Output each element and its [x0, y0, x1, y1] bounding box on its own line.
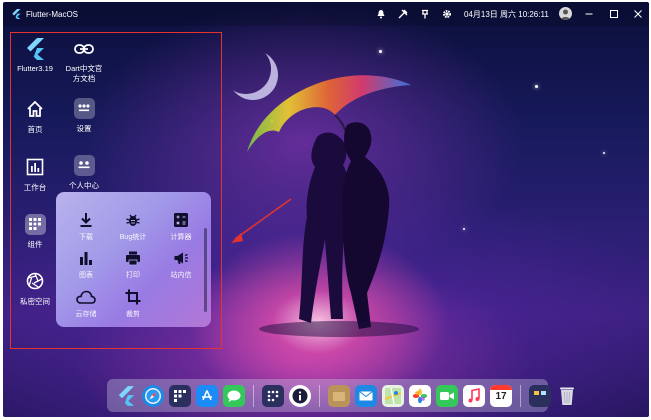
widgets-popup-panel: 下载 Bug统计 计算器 图表 打印 站内信 云存储 裁剪	[56, 192, 211, 327]
info-icon[interactable]	[289, 384, 311, 407]
sidebar-item-label: 私密空间	[20, 297, 50, 306]
popup-item-label: 裁剪	[126, 311, 140, 318]
calculator-icon	[171, 210, 191, 230]
popup-item-messages[interactable]: 站内信	[158, 248, 204, 280]
bug-icon	[123, 210, 143, 230]
home-icon	[24, 98, 46, 120]
folder-icon[interactable]	[328, 384, 350, 407]
bell-icon[interactable]	[375, 8, 387, 20]
link-icon	[73, 38, 95, 60]
aperture-icon	[24, 270, 46, 292]
popup-item-label: 下载	[79, 234, 93, 241]
star-decoration	[379, 50, 382, 53]
annotation-arrow-icon	[231, 198, 292, 243]
close-button[interactable]	[630, 6, 646, 22]
titlebar-icon-group	[375, 2, 453, 26]
music-icon[interactable]	[463, 384, 485, 407]
popup-item-cloud-storage[interactable]: 云存储	[63, 287, 109, 319]
cloud-icon	[76, 287, 96, 307]
desktop-window: Flutter-MacOS 04月13日 周六 10:26:11 Flutter…	[3, 2, 649, 417]
popup-item-label: 打印	[126, 272, 140, 279]
flutter-icon[interactable]	[115, 385, 137, 407]
popup-item-calculator[interactable]: 计算器	[158, 210, 204, 242]
sidebar-item-home[interactable]: 首页	[10, 98, 60, 135]
messages-icon[interactable]	[223, 384, 245, 407]
trash-icon[interactable]	[556, 385, 578, 407]
sidebar-item-widgets[interactable]: 组件	[10, 213, 60, 250]
popup-item-label: 计算器	[170, 234, 192, 241]
app-store-icon[interactable]	[196, 384, 218, 407]
popup-scrollbar[interactable]	[204, 228, 207, 312]
maximize-button[interactable]	[606, 6, 622, 22]
sidebar-item-label: 个人中心	[69, 181, 99, 190]
popup-item-crop[interactable]: 裁剪	[110, 287, 156, 319]
panels-icon[interactable]	[529, 384, 551, 407]
popup-item-charts[interactable]: 图表	[63, 248, 109, 280]
apps-grid-icon[interactable]	[262, 384, 284, 407]
printer-icon	[123, 248, 143, 268]
gear-icon[interactable]	[441, 8, 453, 20]
clock-text: 04月13日 周六 10:26:11	[464, 10, 549, 19]
title-bar: Flutter-MacOS 04月13日 周六 10:26:11	[3, 2, 649, 26]
popup-item-bug-stats[interactable]: Bug统计	[110, 210, 156, 242]
dock-separator	[319, 384, 320, 407]
minimize-button[interactable]	[581, 6, 597, 22]
maps-icon[interactable]	[382, 384, 404, 407]
mail-icon[interactable]	[355, 384, 377, 407]
sidebar-item-settings[interactable]: 设置	[59, 97, 109, 134]
popup-item-label: 图表	[79, 272, 93, 279]
star-decoration	[463, 228, 465, 230]
sidebar-item-label: Dart中文官方文档	[65, 64, 103, 83]
calendar-day: 17	[495, 390, 507, 402]
bar-chart-icon	[76, 248, 96, 268]
calendar-icon[interactable]: 17	[490, 384, 512, 407]
widgets-icon[interactable]	[169, 384, 191, 407]
popup-item-label: 云存储	[75, 311, 97, 318]
flutter-logo-icon	[24, 38, 46, 60]
sidebar-item-label: 设置	[76, 124, 92, 133]
star-decoration	[603, 152, 605, 154]
dock-separator	[253, 384, 254, 407]
sidebar-item-label: 工作台	[23, 183, 47, 192]
sidebar-item-label: Flutter3.19	[17, 64, 53, 73]
sidebar-item-workbench[interactable]: 工作台	[10, 156, 60, 193]
settings-tile-icon	[73, 97, 95, 119]
flutter-logo-icon	[12, 9, 21, 19]
dock-bar: 17	[107, 379, 574, 412]
facetime-icon[interactable]	[436, 384, 458, 407]
pin-icon[interactable]	[419, 8, 431, 20]
crop-icon	[123, 287, 143, 307]
profile-tile-icon	[73, 154, 95, 176]
avatar[interactable]	[559, 7, 572, 20]
sidebar-item-label: 首页	[27, 125, 43, 134]
dock-separator	[520, 384, 521, 407]
app-title: Flutter-MacOS	[26, 9, 79, 19]
safari-icon[interactable]	[142, 384, 164, 407]
sidebar-item-flutter[interactable]: Flutter3.19	[10, 38, 60, 73]
popup-item-label: Bug统计	[119, 234, 147, 241]
sidebar-item-private-space[interactable]: 私密空间	[10, 270, 60, 307]
popup-item-print[interactable]: 打印	[110, 248, 156, 280]
megaphone-icon	[171, 248, 191, 268]
chart-box-icon	[24, 156, 46, 178]
sidebar-item-dart-docs[interactable]: Dart中文官方文档	[59, 38, 109, 84]
popup-item-label: 站内信	[170, 272, 192, 279]
download-icon	[76, 210, 96, 230]
widgets-tile-icon	[24, 213, 46, 235]
tools-icon[interactable]	[397, 8, 409, 20]
sidebar-item-label: 组件	[27, 240, 43, 249]
sidebar-item-profile[interactable]: 个人中心	[59, 154, 109, 191]
popup-item-download[interactable]: 下载	[63, 210, 109, 242]
photos-icon[interactable]	[409, 384, 431, 407]
star-decoration	[535, 85, 538, 88]
